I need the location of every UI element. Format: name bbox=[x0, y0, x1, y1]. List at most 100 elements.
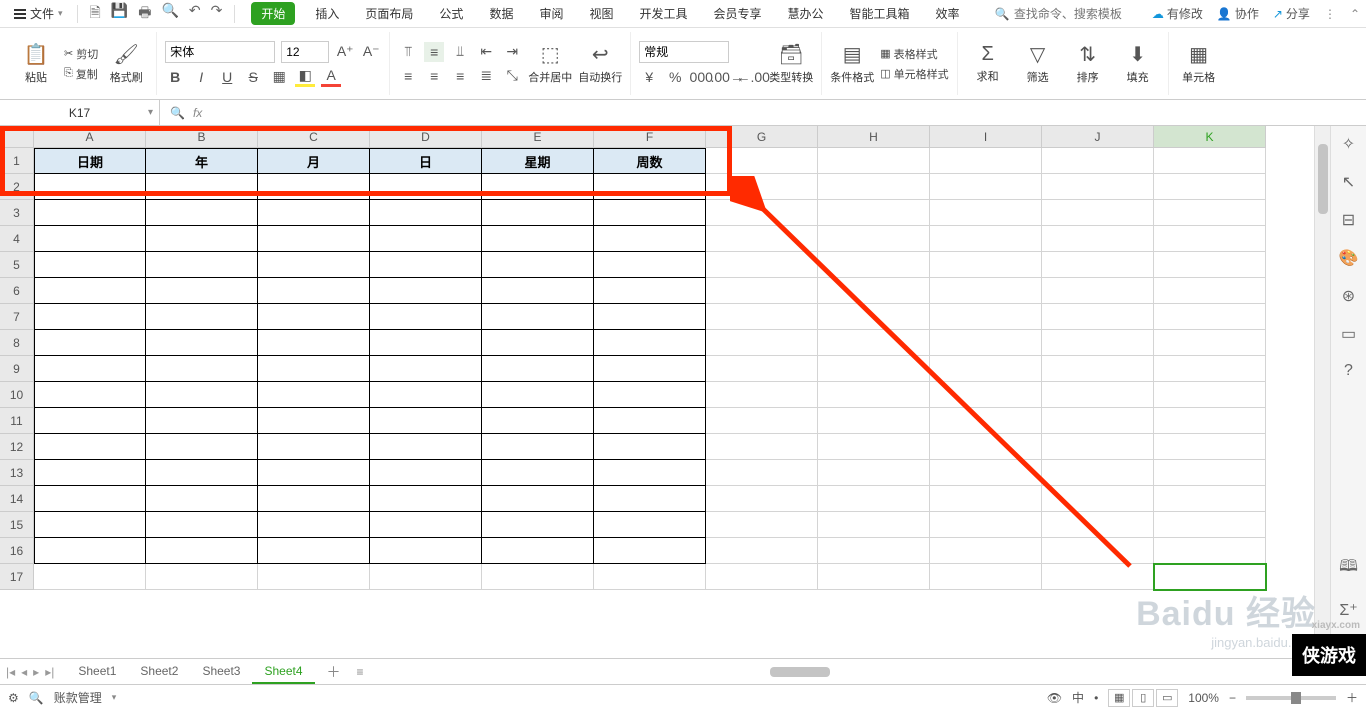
sort-button[interactable]: ⇅排序 bbox=[1066, 42, 1110, 85]
cell-H3[interactable] bbox=[818, 200, 930, 226]
cell-C16[interactable] bbox=[258, 538, 370, 564]
cell-K11[interactable] bbox=[1154, 408, 1266, 434]
cell-D12[interactable] bbox=[370, 434, 482, 460]
sp-settings-icon[interactable]: ⊟ bbox=[1342, 210, 1355, 230]
row-header-12[interactable]: 12 bbox=[0, 434, 34, 460]
sp-assistant-icon[interactable]: ✧ bbox=[1342, 134, 1355, 154]
ribbon-tab-9[interactable]: 慧办公 bbox=[782, 1, 830, 26]
cell-A10[interactable] bbox=[34, 382, 146, 408]
cell-A1[interactable]: 日期 bbox=[34, 148, 146, 174]
cell-G4[interactable] bbox=[706, 226, 818, 252]
cell-E17[interactable] bbox=[482, 564, 594, 590]
ribbon-tab-8[interactable]: 会员专享 bbox=[708, 1, 768, 26]
cell-D8[interactable] bbox=[370, 330, 482, 356]
cell-I12[interactable] bbox=[930, 434, 1042, 460]
cell-F4[interactable] bbox=[594, 226, 706, 252]
cell-D3[interactable] bbox=[370, 200, 482, 226]
ribbon-tab-2[interactable]: 页面布局 bbox=[359, 1, 419, 26]
cell-J5[interactable] bbox=[1042, 252, 1154, 278]
cell-H2[interactable] bbox=[818, 174, 930, 200]
cell-I9[interactable] bbox=[930, 356, 1042, 382]
qat-undo-icon[interactable]: ↶ bbox=[189, 2, 201, 26]
cell-G6[interactable] bbox=[706, 278, 818, 304]
cell-B13[interactable] bbox=[146, 460, 258, 486]
search-input[interactable] bbox=[1014, 7, 1134, 21]
cell-A15[interactable] bbox=[34, 512, 146, 538]
cell-B5[interactable] bbox=[146, 252, 258, 278]
cell-A3[interactable] bbox=[34, 200, 146, 226]
cell-G5[interactable] bbox=[706, 252, 818, 278]
cell-J15[interactable] bbox=[1042, 512, 1154, 538]
file-menu[interactable]: 文件 ▾ bbox=[6, 2, 71, 26]
cell-H16[interactable] bbox=[818, 538, 930, 564]
status-account[interactable]: 账款管理 bbox=[54, 689, 102, 706]
cell-I14[interactable] bbox=[930, 486, 1042, 512]
paste-button[interactable]: 📋粘贴 bbox=[14, 42, 58, 85]
ribbon-tab-1[interactable]: 插入 bbox=[309, 1, 345, 26]
cell-E5[interactable] bbox=[482, 252, 594, 278]
cell-B8[interactable] bbox=[146, 330, 258, 356]
cell-B14[interactable] bbox=[146, 486, 258, 512]
cell-I7[interactable] bbox=[930, 304, 1042, 330]
cancel-fx-icon[interactable]: 🔍 bbox=[170, 106, 185, 120]
cell-G11[interactable] bbox=[706, 408, 818, 434]
align-center-icon[interactable]: ≡ bbox=[424, 66, 444, 86]
indent-dec-icon[interactable]: ⇤ bbox=[476, 42, 496, 62]
cell-H10[interactable] bbox=[818, 382, 930, 408]
cell-K6[interactable] bbox=[1154, 278, 1266, 304]
cn-icon[interactable]: 中 bbox=[1072, 689, 1084, 706]
cond-format-button[interactable]: ▤条件格式 bbox=[830, 42, 874, 85]
cell-D2[interactable] bbox=[370, 174, 482, 200]
command-search[interactable]: 🔍 bbox=[995, 7, 1134, 21]
cell-A6[interactable] bbox=[34, 278, 146, 304]
cell-I5[interactable] bbox=[930, 252, 1042, 278]
row-header-3[interactable]: 3 bbox=[0, 200, 34, 226]
cell-F6[interactable] bbox=[594, 278, 706, 304]
cell-H9[interactable] bbox=[818, 356, 930, 382]
cell-H13[interactable] bbox=[818, 460, 930, 486]
cell-B16[interactable] bbox=[146, 538, 258, 564]
cell-F9[interactable] bbox=[594, 356, 706, 382]
cell-G10[interactable] bbox=[706, 382, 818, 408]
more-icon[interactable]: ⋮ bbox=[1324, 7, 1336, 21]
cell-H8[interactable] bbox=[818, 330, 930, 356]
col-header-B[interactable]: B bbox=[146, 126, 258, 148]
cell-H14[interactable] bbox=[818, 486, 930, 512]
cell-H7[interactable] bbox=[818, 304, 930, 330]
cell-K10[interactable] bbox=[1154, 382, 1266, 408]
row-header-16[interactable]: 16 bbox=[0, 538, 34, 564]
cell-C6[interactable] bbox=[258, 278, 370, 304]
ribbon-tab-11[interactable]: 效率 bbox=[930, 1, 966, 26]
italic-icon[interactable]: I bbox=[191, 67, 211, 87]
dec-decimal-icon[interactable]: ←.00 bbox=[743, 67, 763, 87]
bold-icon[interactable]: B bbox=[165, 67, 185, 87]
sheet-tab-Sheet3[interactable]: Sheet3 bbox=[190, 660, 252, 684]
sheet-first-icon[interactable]: |◂ bbox=[6, 665, 15, 679]
align-middle-icon[interactable]: ≡ bbox=[424, 42, 444, 62]
percent-icon[interactable]: % bbox=[665, 67, 685, 87]
cell-G7[interactable] bbox=[706, 304, 818, 330]
cell-K13[interactable] bbox=[1154, 460, 1266, 486]
cell-J10[interactable] bbox=[1042, 382, 1154, 408]
cell-E11[interactable] bbox=[482, 408, 594, 434]
sp-help-icon[interactable]: ? bbox=[1344, 362, 1353, 380]
qat-print-icon[interactable]: 🖶 bbox=[138, 2, 151, 26]
cell-A14[interactable] bbox=[34, 486, 146, 512]
cell-A11[interactable] bbox=[34, 408, 146, 434]
cells-button[interactable]: ▦单元格 bbox=[1177, 42, 1221, 85]
cell-I10[interactable] bbox=[930, 382, 1042, 408]
row-header-13[interactable]: 13 bbox=[0, 460, 34, 486]
sp-chart-icon[interactable]: ▭ bbox=[1341, 324, 1356, 344]
sheet-next-icon[interactable]: ▸ bbox=[33, 665, 39, 679]
cell-A12[interactable] bbox=[34, 434, 146, 460]
cell-K8[interactable] bbox=[1154, 330, 1266, 356]
cell-K3[interactable] bbox=[1154, 200, 1266, 226]
underline-icon[interactable]: U bbox=[217, 67, 237, 87]
cell-G1[interactable] bbox=[706, 148, 818, 174]
cell-D1[interactable]: 日 bbox=[370, 148, 482, 174]
cell-G15[interactable] bbox=[706, 512, 818, 538]
col-header-G[interactable]: G bbox=[706, 126, 818, 148]
sp-tool2-icon[interactable]: Σ⁺ bbox=[1339, 600, 1357, 620]
cell-C13[interactable] bbox=[258, 460, 370, 486]
cell-H5[interactable] bbox=[818, 252, 930, 278]
